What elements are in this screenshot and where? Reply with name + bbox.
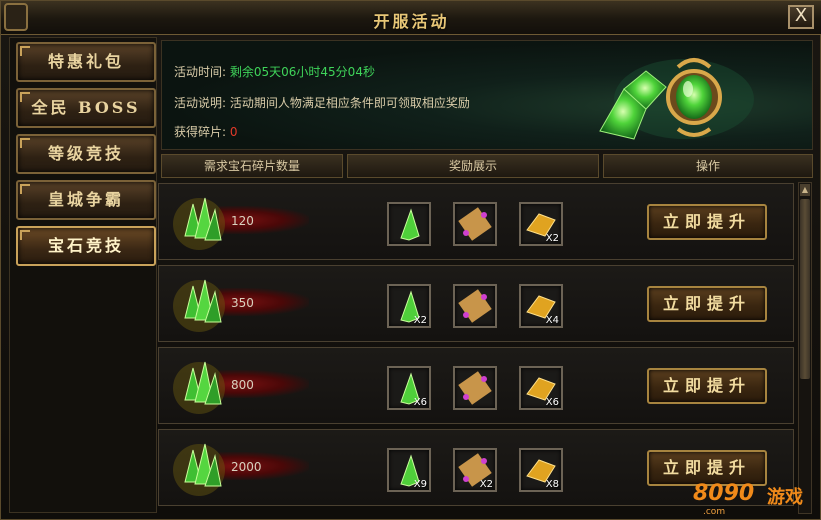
reward-item-gold-ingot[interactable]: X2	[519, 202, 563, 246]
item-count: X2	[479, 479, 493, 490]
scroll-up-arrow-icon[interactable]: ▲	[800, 184, 810, 196]
required-fragments: 350	[231, 296, 254, 310]
item-count: X9	[413, 479, 427, 490]
required-fragments: 120	[231, 214, 254, 228]
activity-info-panel: 活动时间: 剩余05天06小时45分04秒 活动说明: 活动期间人物满足相应条件…	[161, 40, 813, 150]
reward-item-gem-shard[interactable]: X2	[387, 284, 431, 328]
sidebar-item-level-contest[interactable]: 等级竞技	[16, 134, 156, 174]
scroll-icon	[458, 207, 492, 241]
fragments-value: 0	[229, 125, 238, 139]
sidebar-item-world-boss[interactable]: 全民 BOSS	[16, 88, 156, 128]
sidebar-item-label: 等级竞技	[47, 144, 124, 163]
site-watermark: 8090 游戏 .com	[689, 469, 819, 519]
sidebar-item-special-gift[interactable]: 特惠礼包	[16, 42, 156, 82]
reward-row: 800 X6 X6 立即提升	[158, 347, 794, 424]
reward-item-gold-ingot[interactable]: X8	[519, 448, 563, 492]
item-count: X6	[413, 397, 427, 408]
reward-item-gem-shard[interactable]	[387, 202, 431, 246]
corner-flourish-icon	[20, 230, 30, 240]
activity-time-row: 活动时间: 剩余05天06小时45分04秒	[174, 63, 375, 80]
activity-time-value: 剩余05天06小时45分04秒	[229, 65, 375, 79]
fragments-label: 获得碎片:	[174, 125, 227, 139]
activity-desc-label: 活动说明:	[174, 96, 227, 110]
column-header-action: 操作	[603, 154, 813, 178]
gem-cluster-icon	[173, 361, 225, 414]
corner-flourish-icon	[20, 46, 30, 56]
sidebar-item-label: 皇城争霸	[47, 190, 124, 209]
item-count: X8	[545, 479, 559, 490]
sidebar-item-label: 全民 BOSS	[31, 98, 141, 117]
gem-cluster-icon	[173, 279, 225, 332]
activity-desc-value: 活动期间人物满足相应条件即可领取相应奖励	[229, 96, 470, 110]
scroll-thumb[interactable]	[800, 199, 810, 379]
activity-window: 开服活动 X 特惠礼包 全民 BOSS 等级竞技 皇城争霸 宝石竞技 活动时间:…	[0, 0, 821, 520]
reward-item-gem-shard[interactable]: X6	[387, 366, 431, 410]
gem-cluster-icon	[173, 197, 225, 250]
column-header-rewards: 奖励展示	[347, 154, 599, 178]
reward-row: 120 X2 立即提升	[158, 183, 794, 260]
item-count: X2	[413, 315, 427, 326]
reward-item-gold-ingot[interactable]: X4	[519, 284, 563, 328]
required-fragments: 800	[231, 378, 254, 392]
reward-list: 120 X2 立即提升 350 X2 X4 立即提升 800 X6 X6 立即提…	[158, 182, 795, 514]
sidebar-item-label: 宝石竞技	[47, 236, 124, 255]
item-count: X6	[545, 397, 559, 408]
item-count: X4	[545, 315, 559, 326]
required-fragments: 2000	[231, 460, 262, 474]
watermark-brand: 8090	[693, 481, 755, 506]
sidebar-item-city-war[interactable]: 皇城争霸	[16, 180, 156, 220]
gem-artifact-icon	[599, 58, 754, 140]
corner-flourish-icon	[20, 138, 30, 148]
gem-cluster-icon	[173, 443, 225, 496]
gem-shard-icon	[400, 208, 420, 241]
reward-item-gold-ingot[interactable]: X6	[519, 366, 563, 410]
upgrade-now-button[interactable]: 立即提升	[647, 204, 767, 240]
sidebar: 特惠礼包 全民 BOSS 等级竞技 皇城争霸 宝石竞技	[9, 37, 157, 513]
watermark-domain: .com	[703, 507, 726, 517]
sidebar-item-gem-contest[interactable]: 宝石竞技	[16, 226, 156, 266]
corner-flourish-icon	[20, 184, 30, 194]
fragments-row: 获得碎片: 0	[174, 123, 238, 140]
upgrade-now-button[interactable]: 立即提升	[647, 368, 767, 404]
reward-item-gem-shard[interactable]: X9	[387, 448, 431, 492]
item-count: X2	[545, 233, 559, 244]
scroll-icon	[458, 371, 492, 405]
title-bar: 开服活动 X	[1, 1, 821, 35]
reward-item-scroll[interactable]	[453, 366, 497, 410]
column-header-required: 需求宝石碎片数量	[161, 154, 343, 178]
scroll-icon	[458, 289, 492, 323]
activity-time-label: 活动时间:	[174, 65, 227, 79]
reward-item-scroll[interactable]	[453, 202, 497, 246]
reward-item-scroll[interactable]	[453, 284, 497, 328]
activity-desc-row: 活动说明: 活动期间人物满足相应条件即可领取相应奖励	[174, 94, 470, 111]
corner-flourish-icon	[20, 92, 30, 102]
window-title: 开服活动	[373, 12, 450, 31]
reward-item-scroll[interactable]: X2	[453, 448, 497, 492]
close-button[interactable]: X	[788, 5, 814, 29]
reward-row: 350 X2 X4 立即提升	[158, 265, 794, 342]
scrollbar[interactable]: ▲	[798, 182, 812, 514]
sidebar-item-label: 特惠礼包	[47, 52, 124, 71]
watermark-suffix: 游戏	[767, 487, 803, 508]
upgrade-now-button[interactable]: 立即提升	[647, 286, 767, 322]
